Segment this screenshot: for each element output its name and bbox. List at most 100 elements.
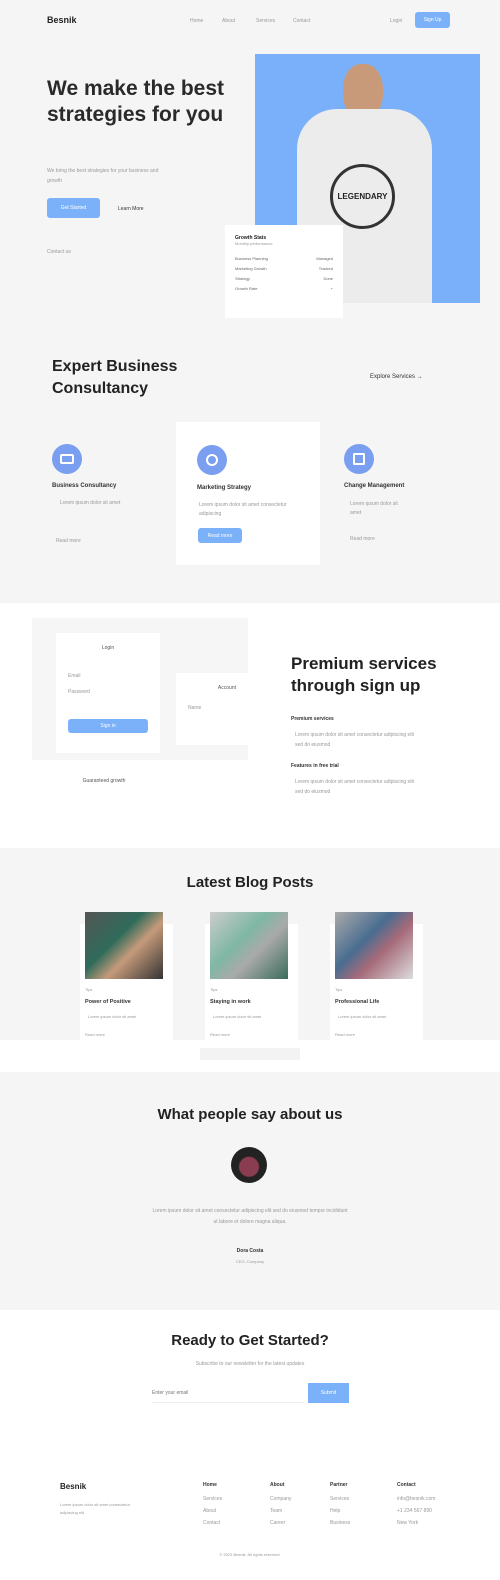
footer-link[interactable]: About	[203, 1508, 222, 1514]
shirt-logo: LEGENDARY	[330, 164, 395, 229]
email-input[interactable]	[152, 1383, 304, 1403]
service-title: Marketing Strategy	[197, 485, 252, 491]
premium-section: Login Email Password Sign in Account Nam…	[0, 603, 500, 848]
footer-link[interactable]: Services	[203, 1496, 222, 1502]
footer-column: Home Services About Contact	[203, 1482, 222, 1532]
hero-title: We make the best strategies for you	[47, 77, 225, 126]
submit-button[interactable]: Submit	[308, 1383, 349, 1403]
nav-link-about[interactable]: About	[222, 18, 235, 24]
signup-button[interactable]: Sign Up	[415, 12, 450, 28]
blog-image	[335, 912, 413, 979]
footer-heading: Partner	[330, 1482, 348, 1488]
blog-read-more[interactable]: Read more	[335, 1032, 355, 1037]
footer-link[interactable]: +1 234 567 890	[397, 1508, 435, 1514]
marketing-icon	[197, 445, 227, 475]
blog-tag: Tips	[85, 987, 93, 992]
testimonial-quote: Lorem ipsum dolor sit amet consectetur a…	[152, 1208, 348, 1225]
stats-card-subtitle: Monthly performance	[235, 241, 273, 246]
signin-button[interactable]: Sign in	[68, 719, 148, 733]
blog-card[interactable]: Tips Professional Life Lorem ipsum dolor…	[330, 912, 423, 1045]
footer-link[interactable]: Business	[330, 1520, 350, 1526]
cta-title: Ready to Get Started?	[171, 1332, 329, 1349]
consultancy-section: Expert Business Consultancy Explore Serv…	[0, 340, 500, 603]
premium-item-text: Lorem ipsum dolor sit amet consectetur a…	[295, 779, 414, 795]
service-link[interactable]: Read more	[56, 538, 81, 544]
stats-card: Growth Stats Monthly performance Busines…	[225, 225, 343, 318]
footer-link[interactable]: Services	[330, 1496, 350, 1502]
contact-link[interactable]: Contact us	[47, 249, 71, 255]
blog-read-more[interactable]: Read more	[85, 1032, 105, 1037]
service-text: Lorem ipsum dolor sit amet	[350, 501, 398, 516]
footer-heading: Contact	[397, 1482, 416, 1488]
login-mockup-title: Login	[101, 645, 115, 651]
footer-heading: Home	[203, 1482, 217, 1488]
stats-row: Growth Rate +	[235, 286, 333, 291]
blog-read-more[interactable]: Read more	[210, 1032, 230, 1037]
blog-card[interactable]: Tips Staying in work Lorem ipsum dolor s…	[205, 912, 298, 1045]
footer-logo: Besnik	[60, 1482, 87, 1491]
hero-section: Besnik Home About Services Contact Login…	[0, 0, 500, 340]
blog-card[interactable]: Tips Power of Positive Lorem ipsum dolor…	[80, 912, 173, 1045]
name-field[interactable]: Name	[188, 705, 236, 711]
service-card-highlight	[176, 422, 320, 565]
blog-post-title[interactable]: Staying in work	[210, 999, 251, 1005]
testimonial-title: What people say about us	[157, 1106, 343, 1123]
copyright: © 2023 Besnik. All rights reserved.	[219, 1552, 281, 1557]
blog-post-title[interactable]: Power of Positive	[85, 999, 131, 1005]
account-title: Account	[217, 685, 236, 691]
footer-heading: About	[270, 1482, 285, 1488]
blog-pagination[interactable]	[200, 1048, 300, 1060]
blog-post-text: Lorem ipsum dolor sit amet	[338, 1014, 387, 1019]
stats-row: Strategy Done	[235, 276, 333, 281]
email-field[interactable]: Email	[68, 673, 148, 679]
blog-tag: Tips	[210, 987, 218, 992]
account-mockup: Account Name	[176, 673, 248, 745]
growth-title: Guaranteed growth	[82, 778, 126, 784]
footer-column: Contact info@besnik.com +1 234 567 890 New …	[397, 1482, 435, 1532]
footer-link[interactable]: Career	[270, 1520, 291, 1526]
blog-title: Latest Blog Posts	[186, 874, 314, 891]
logo[interactable]: Besnik	[47, 15, 77, 25]
testimonial-role: CEO, Company	[235, 1259, 264, 1264]
consultancy-icon	[52, 444, 82, 474]
nav-link-services[interactable]: Services	[256, 18, 275, 24]
login-link[interactable]: Login	[390, 18, 402, 24]
service-link[interactable]: Read more	[350, 536, 375, 542]
premium-item-title: Premium services	[291, 716, 334, 722]
service-text: Lorem ipsum dolor sit amet consectetur a…	[199, 502, 287, 517]
stats-row: Business Planning Managed	[235, 256, 333, 261]
get-started-button[interactable]: Get Started	[47, 198, 100, 218]
testimonial-section: What people say about us Lorem ipsum dol…	[0, 1072, 500, 1310]
learn-more-link[interactable]: Learn More	[118, 206, 144, 212]
footer-link[interactable]: Help	[330, 1508, 350, 1514]
footer-link[interactable]: Team	[270, 1508, 291, 1514]
explore-services-link[interactable]: Explore Services →	[370, 374, 423, 380]
footer-link[interactable]: Contact	[203, 1520, 222, 1526]
password-field[interactable]: Password	[68, 689, 148, 695]
stats-row: Marketing Growth Tracked	[235, 266, 333, 271]
cta-section: Ready to Get Started? Subscribe to our n…	[0, 1310, 500, 1460]
blog-image	[210, 912, 288, 979]
service-title: Change Management	[344, 483, 405, 489]
blog-post-text: Lorem ipsum dolor sit amet	[213, 1014, 262, 1019]
blog-image	[85, 912, 163, 979]
blog-post-title[interactable]: Professional Life	[335, 999, 379, 1005]
avatar	[231, 1147, 267, 1183]
premium-title: Premium services through sign up	[291, 654, 437, 695]
service-button[interactable]: Read more	[198, 528, 242, 543]
growth-mockup: Guaranteed growth	[56, 768, 152, 813]
footer-link[interactable]: New York	[397, 1520, 435, 1526]
footer-link[interactable]: Company	[270, 1496, 291, 1502]
consultancy-title: Expert Business Consultancy	[52, 358, 178, 397]
login-mockup: Login Email Password Sign in	[56, 633, 160, 753]
premium-item-title: Features in free trial	[291, 763, 339, 769]
premium-item-text: Lorem ipsum dolor sit amet consectetur a…	[295, 732, 414, 748]
grid-icon	[344, 444, 374, 474]
hero-subtitle: We bring the best strategies for your bu…	[47, 168, 159, 184]
cta-subtitle: Subscribe to our newsletter for the late…	[195, 1361, 305, 1367]
nav-link-home[interactable]: Home	[190, 18, 203, 24]
nav-link-contact[interactable]: Contact	[293, 18, 310, 24]
testimonial-name: Dora Costa	[236, 1248, 264, 1254]
footer-link[interactable]: info@besnik.com	[397, 1496, 435, 1502]
blog-tag: Tips	[335, 987, 343, 992]
